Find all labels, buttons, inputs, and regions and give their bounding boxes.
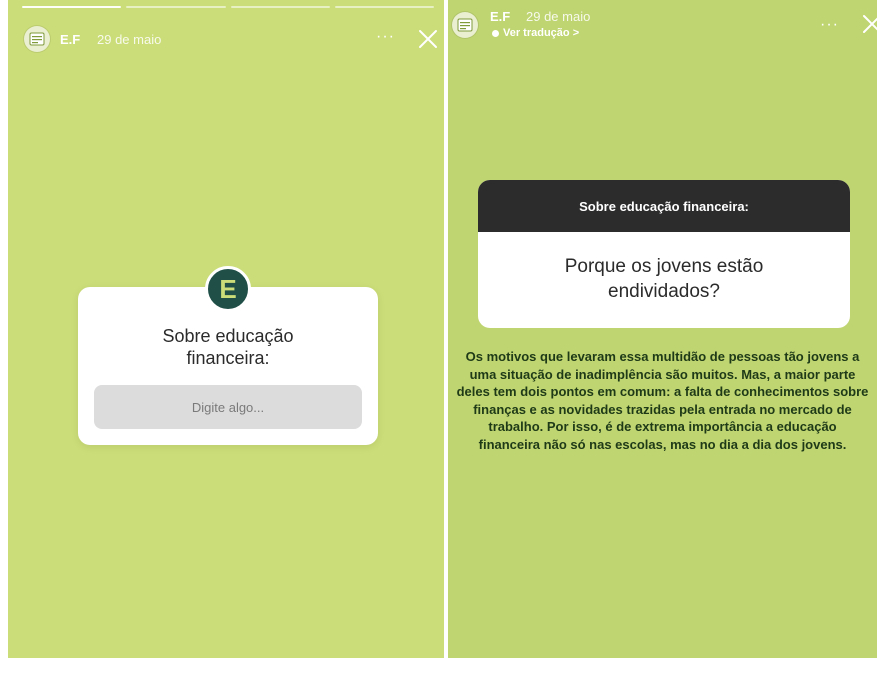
more-options-icon[interactable]: ···: [376, 28, 395, 46]
avatar[interactable]: [24, 26, 50, 52]
question-sticker[interactable]: E Sobre educação financeira: Digite algo…: [78, 266, 378, 445]
post-date: 29 de maio: [97, 32, 162, 47]
username[interactable]: E.F: [490, 9, 510, 24]
question-answer-card: Sobre educação financeira: Porque os jov…: [478, 180, 850, 328]
more-options-icon[interactable]: ···: [820, 16, 839, 34]
question-input[interactable]: Digite algo...: [94, 385, 362, 429]
close-icon[interactable]: [862, 14, 877, 34]
card-header: Sobre educação financeira:: [478, 180, 850, 232]
username[interactable]: E.F: [60, 32, 80, 47]
card-question: Porque os jovens estão endividados?: [564, 256, 764, 302]
post-date: 29 de maio: [526, 9, 591, 24]
brand-logo-icon: E: [205, 266, 251, 312]
profile-logo-icon: [457, 18, 473, 32]
close-icon[interactable]: [418, 29, 438, 49]
avatar[interactable]: [452, 12, 478, 38]
story-header: E.F 29 de maio ···: [8, 0, 444, 56]
translate-icon: [492, 29, 499, 37]
story-left[interactable]: E.F 29 de maio ··· E Sobre educação fina…: [8, 0, 444, 658]
answer-text: Os motivos que levaram essa multidão de …: [456, 349, 869, 452]
translate-link[interactable]: Ver tradução >: [492, 27, 579, 39]
story-header: E.F 29 de maio Ver tradução > ···: [448, 0, 877, 56]
story-right[interactable]: E.F 29 de maio Ver tradução > ··· Sobre …: [448, 0, 877, 658]
question-title: Sobre educação financeira:: [162, 326, 294, 368]
translate-label: Ver tradução >: [503, 27, 580, 39]
profile-logo-icon: [29, 32, 45, 46]
